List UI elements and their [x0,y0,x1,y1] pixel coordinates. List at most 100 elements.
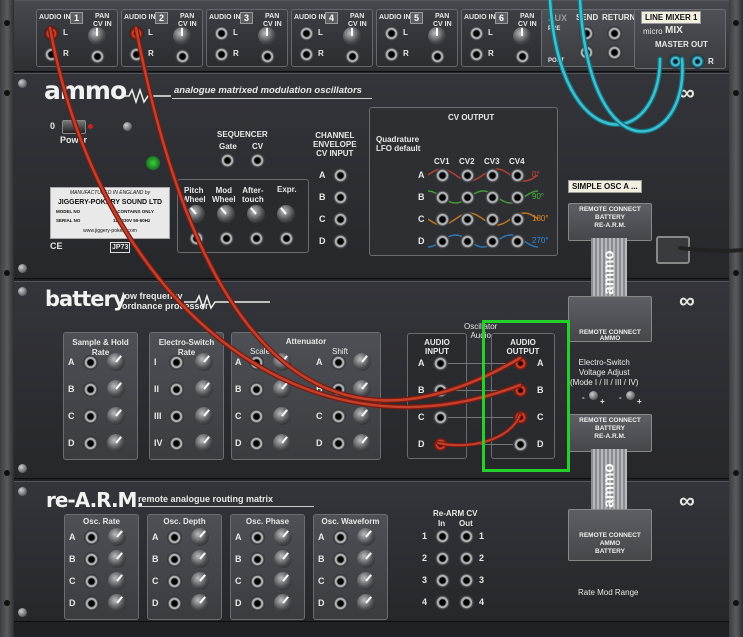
cv-out-jack-d4[interactable] [509,233,525,249]
sh-rate-jack-b[interactable] [82,381,98,397]
pan-knob[interactable] [513,27,531,45]
rearm-jack-0-c[interactable] [83,573,99,589]
audio-input-jack-a[interactable] [432,355,448,371]
rearm-cv-in-jack-3[interactable] [434,572,450,588]
pan-knob[interactable] [258,27,276,45]
es-rate-knob-1[interactable] [195,353,213,371]
rearm-knob-0-b[interactable] [108,550,126,568]
audio-in-l-jack[interactable] [298,25,314,41]
audio-in-r-jack[interactable] [298,46,314,62]
cv-out-jack-d3[interactable] [484,233,500,249]
rearm-knob-3-a[interactable] [357,528,375,546]
cv-out-jack-c1[interactable] [434,211,450,227]
att-scale-jack-a[interactable] [248,354,264,370]
rearm-knob-1-b[interactable] [191,550,209,568]
rearm-jack-3-d[interactable] [332,595,348,611]
rearm-jack-0-d[interactable] [83,595,99,611]
att-scale-knob-d[interactable] [273,434,291,452]
cv-out-jack-a1[interactable] [434,167,450,183]
env-cv-jack-a[interactable] [332,167,348,183]
rearm-jack-1-d[interactable] [166,595,182,611]
rearm-jack-3-b[interactable] [332,551,348,567]
es-rate-jack-2[interactable] [168,381,184,397]
rearm-cv-out-jack-1[interactable] [458,528,474,544]
pan-knob[interactable] [173,27,191,45]
sh-rate-jack-a[interactable] [82,354,98,370]
rearm-knob-1-d[interactable] [191,594,209,612]
cv-out-jack-b3[interactable] [484,189,500,205]
aux-return-l-jack[interactable] [606,25,622,41]
audio-input-jack-d[interactable] [432,436,448,452]
rearm-cv-in-jack-1[interactable] [434,528,450,544]
es-adjust-trim-2[interactable] [626,391,635,400]
rearm-jack-2-b[interactable] [249,551,265,567]
cv-out-jack-a2[interactable] [459,167,475,183]
rearm-knob-0-d[interactable] [108,594,126,612]
rearm-cv-out-jack-4[interactable] [458,594,474,610]
pan-cv-jack[interactable] [259,48,275,64]
rearm-knob-0-c[interactable] [108,572,126,590]
aux-send-r-jack[interactable] [578,44,594,60]
env-cv-jack-b[interactable] [332,189,348,205]
rearm-jack-0-a[interactable] [83,529,99,545]
rearm-knob-2-d[interactable] [274,594,292,612]
audio-in-r-jack[interactable] [383,46,399,62]
es-rate-jack-4[interactable] [168,435,184,451]
rearm-knob-3-d[interactable] [357,594,375,612]
att-scale-jack-d[interactable] [248,435,264,451]
att-scale-knob-b[interactable] [273,380,291,398]
master-out-r-jack[interactable] [689,53,705,69]
rearm-jack-2-a[interactable] [249,529,265,545]
rearm-knob-3-c[interactable] [357,572,375,590]
device-name-tag-mixer[interactable]: LINE MIXER 1 [641,11,702,24]
rearm-knob-1-a[interactable] [191,528,209,546]
pan-knob[interactable] [428,27,446,45]
att-shift-knob-a[interactable] [353,353,371,371]
cv-out-jack-c4[interactable] [509,211,525,227]
rearm-cv-in-jack-4[interactable] [434,594,450,610]
es-rate-knob-4[interactable] [195,434,213,452]
sh-rate-knob-c[interactable] [107,407,125,425]
pan-cv-jack[interactable] [344,48,360,64]
pan-cv-jack[interactable] [514,48,530,64]
att-scale-knob-c[interactable] [273,407,291,425]
att-scale-knob-a[interactable] [273,353,291,371]
es-adjust-trim-1[interactable] [589,391,598,400]
pan-cv-jack[interactable] [429,48,445,64]
rearm-knob-3-b[interactable] [357,550,375,568]
expression-knob[interactable] [277,205,295,223]
att-scale-jack-b[interactable] [248,381,264,397]
rearm-jack-3-c[interactable] [332,573,348,589]
pan-cv-jack[interactable] [174,48,190,64]
rearm-jack-1-c[interactable] [166,573,182,589]
cv-out-jack-b4[interactable] [509,189,525,205]
rearm-cv-in-jack-2[interactable] [434,550,450,566]
mod-wheel-knob[interactable] [217,205,235,223]
mod-wheel-jack[interactable] [218,230,234,246]
rearm-jack-1-b[interactable] [166,551,182,567]
cv-out-jack-b1[interactable] [434,189,450,205]
es-rate-jack-3[interactable] [168,408,184,424]
power-plug[interactable] [656,236,690,264]
pan-cv-jack[interactable] [89,48,105,64]
aux-return-r-jack[interactable] [606,44,622,60]
audio-in-l-jack[interactable] [383,25,399,41]
att-shift-jack-b[interactable] [330,381,346,397]
audio-in-l-jack[interactable] [43,25,59,41]
cv-out-jack-d1[interactable] [434,233,450,249]
rearm-knob-2-a[interactable] [274,528,292,546]
remote-connect-middle[interactable]: REMOTE CONNECT BATTERY RE-A.R.M. [568,414,652,452]
audio-input-jack-c[interactable] [432,409,448,425]
audio-in-l-jack[interactable] [213,25,229,41]
audio-input-jack-b[interactable] [432,382,448,398]
rearm-cv-out-jack-3[interactable] [458,572,474,588]
remote-connect-ammo-1[interactable]: REMOTE CONNECT AMMO [568,296,652,342]
rearm-cv-out-jack-2[interactable] [458,550,474,566]
remote-connect-top[interactable]: REMOTE CONNECT BATTERY RE-A.R.M. [568,203,652,241]
att-shift-jack-a[interactable] [330,354,346,370]
att-shift-knob-b[interactable] [353,380,371,398]
audio-in-r-jack[interactable] [213,46,229,62]
audio-in-l-jack[interactable] [468,25,484,41]
remote-connect-ammo-2[interactable]: REMOTE CONNECT AMMO BATTERY [568,509,652,561]
seq-cv-jack[interactable] [249,152,265,168]
